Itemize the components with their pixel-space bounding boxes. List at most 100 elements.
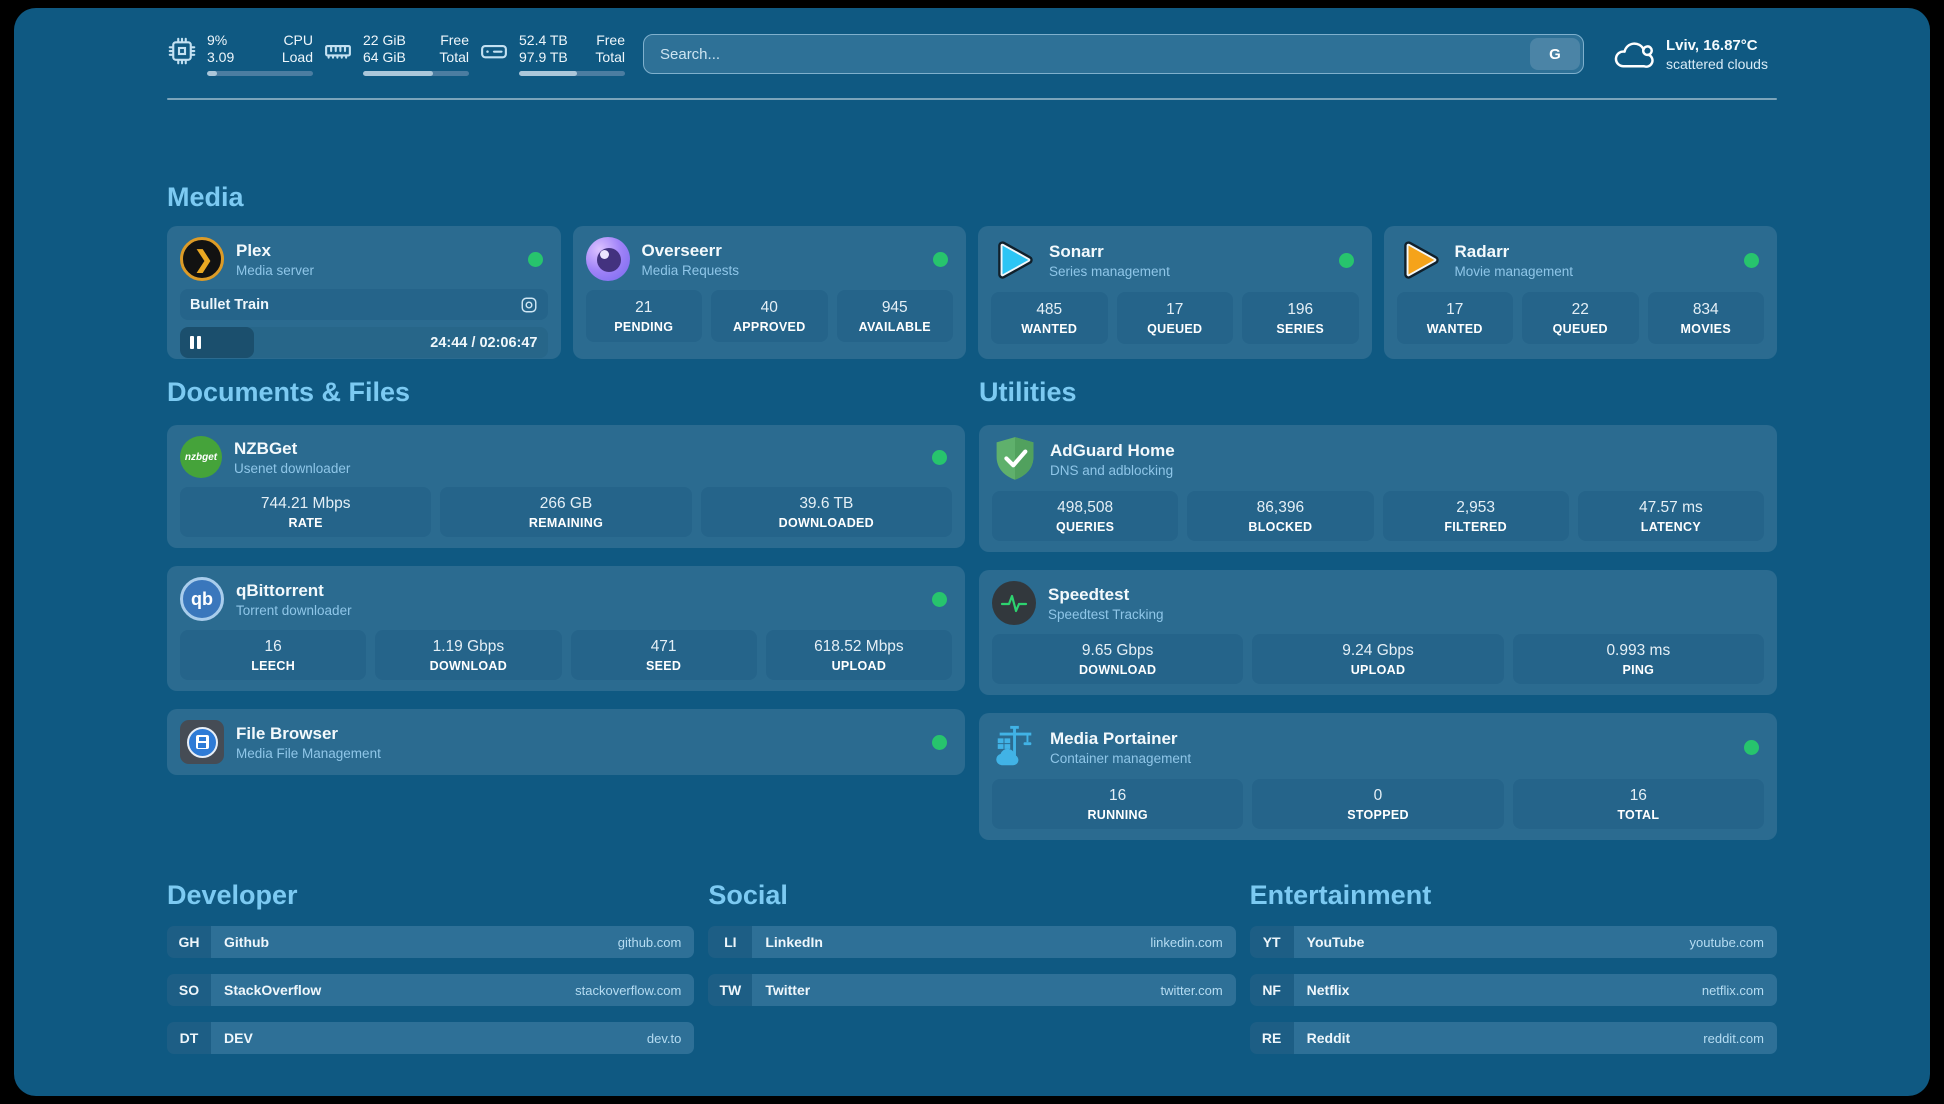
now-playing-title: Bullet Train bbox=[190, 297, 269, 313]
adguard-card[interactable]: AdGuard Home DNS and adblocking 498,508 … bbox=[979, 425, 1777, 552]
link-abbr: LI bbox=[708, 926, 752, 958]
stat-series: 196 SERIES bbox=[1242, 292, 1359, 344]
stat-approved: 40 APPROVED bbox=[711, 290, 828, 342]
stat-rate: 744.21 Mbps RATE bbox=[180, 487, 431, 537]
memory-total-label: Total bbox=[439, 49, 469, 66]
search-provider-button[interactable]: G bbox=[1530, 38, 1580, 70]
stat-filtered: 2,953 FILTERED bbox=[1383, 491, 1569, 541]
cpu-usage-value: 9% bbox=[207, 32, 234, 49]
status-dot bbox=[932, 450, 947, 465]
app-description: DNS and adblocking bbox=[1050, 463, 1175, 478]
session-capture-icon[interactable] bbox=[520, 296, 538, 314]
disk-progress-bar bbox=[519, 71, 625, 76]
bookmark-group-entertainment: Entertainment YT YouTube youtube.com NF … bbox=[1250, 880, 1777, 1054]
filebrowser-card[interactable]: File Browser Media File Management bbox=[167, 709, 965, 775]
portainer-card[interactable]: Media Portainer Container management 16 … bbox=[979, 713, 1777, 840]
system-stats: 9% 3.09 CPU Load bbox=[167, 32, 625, 76]
app-name: AdGuard Home bbox=[1050, 441, 1175, 461]
adguard-icon bbox=[992, 436, 1038, 482]
link-linkedin[interactable]: LI LinkedIn linkedin.com bbox=[708, 926, 1235, 958]
app-description: Media File Management bbox=[236, 746, 381, 761]
stat-stopped: 0 STOPPED bbox=[1252, 779, 1503, 829]
link-netflix[interactable]: NF Netflix netflix.com bbox=[1250, 974, 1777, 1006]
link-github[interactable]: GH Github github.com bbox=[167, 926, 694, 958]
app-name: qBittorrent bbox=[236, 581, 352, 601]
sonarr-card[interactable]: Sonarr Series management 485 WANTED 17 Q… bbox=[978, 226, 1372, 359]
speedtest-icon bbox=[992, 581, 1036, 625]
radarr-card[interactable]: Radarr Movie management 17 WANTED 22 QUE… bbox=[1384, 226, 1778, 359]
link-youtube[interactable]: YT YouTube youtube.com bbox=[1250, 926, 1777, 958]
stat-queued: 17 QUEUED bbox=[1117, 292, 1234, 344]
memory-free-value: 22 GiB bbox=[363, 32, 406, 49]
stat-remaining: 266 GB REMAINING bbox=[440, 487, 691, 537]
stat-latency: 47.57 ms LATENCY bbox=[1578, 491, 1764, 541]
speedtest-card[interactable]: Speedtest Speedtest Tracking 9.65 Gbps D… bbox=[979, 570, 1777, 695]
stat-queued: 22 QUEUED bbox=[1522, 292, 1639, 344]
section-title-documents: Documents & Files bbox=[167, 377, 965, 407]
stat-blocked: 86,396 BLOCKED bbox=[1187, 491, 1373, 541]
pause-icon[interactable] bbox=[190, 336, 201, 349]
status-dot bbox=[528, 252, 543, 267]
media-card-grid: ❯ Plex Media server Bullet Train bbox=[167, 226, 1777, 359]
link-stackoverflow[interactable]: SO StackOverflow stackoverflow.com bbox=[167, 974, 694, 1006]
link-abbr: TW bbox=[708, 974, 752, 1006]
status-dot bbox=[932, 592, 947, 607]
overseerr-card[interactable]: Overseerr Media Requests 21 PENDING 40 A… bbox=[573, 226, 967, 359]
radarr-icon bbox=[1397, 237, 1443, 283]
playback-time: 24:44 / 02:06:47 bbox=[430, 335, 537, 351]
app-description: Media Requests bbox=[642, 263, 740, 278]
link-reddit[interactable]: RE Reddit reddit.com bbox=[1250, 1022, 1777, 1054]
nzbget-card[interactable]: nzbget NZBGet Usenet downloader 744.21 M… bbox=[167, 425, 965, 548]
app-name: NZBGet bbox=[234, 439, 350, 459]
cpu-icon bbox=[167, 36, 197, 66]
app-description: Speedtest Tracking bbox=[1048, 607, 1164, 622]
app-description: Series management bbox=[1049, 264, 1170, 279]
stat-queries: 498,508 QUERIES bbox=[992, 491, 1178, 541]
link-abbr: YT bbox=[1250, 926, 1294, 958]
app-name: File Browser bbox=[236, 724, 381, 744]
app-description: Movie management bbox=[1455, 264, 1574, 279]
cpu-load-label: Load bbox=[282, 49, 313, 66]
link-dev[interactable]: DT DEV dev.to bbox=[167, 1022, 694, 1054]
link-abbr: GH bbox=[167, 926, 211, 958]
link-abbr: SO bbox=[167, 974, 211, 1006]
weather-widget[interactable]: Lviv, 16.87°C scattered clouds bbox=[1612, 36, 1777, 73]
stat-available: 945 AVAILABLE bbox=[837, 290, 954, 342]
stat-running: 16 RUNNING bbox=[992, 779, 1243, 829]
stat-leech: 16 LEECH bbox=[180, 630, 366, 680]
section-title-developer: Developer bbox=[167, 880, 694, 910]
section-title-entertainment: Entertainment bbox=[1250, 880, 1777, 910]
app-name: Plex bbox=[236, 241, 314, 261]
link-twitter[interactable]: TW Twitter twitter.com bbox=[708, 974, 1235, 1006]
playback-progress-bar[interactable]: 24:44 / 02:06:47 bbox=[180, 327, 548, 358]
memory-total-value: 64 GiB bbox=[363, 49, 406, 66]
link-abbr: DT bbox=[167, 1022, 211, 1054]
plex-icon: ❯ bbox=[180, 237, 224, 281]
app-description: Media server bbox=[236, 263, 314, 278]
search-bar[interactable]: G bbox=[643, 34, 1584, 74]
stat-ping: 0.993 ms PING bbox=[1513, 634, 1764, 684]
memory-free-label: Free bbox=[439, 32, 469, 49]
cloud-icon bbox=[1612, 37, 1654, 71]
app-description: Container management bbox=[1050, 751, 1191, 766]
dashboard-page: 9% 3.09 CPU Load bbox=[14, 8, 1930, 1096]
stat-movies: 834 MOVIES bbox=[1648, 292, 1765, 344]
plex-card[interactable]: ❯ Plex Media server Bullet Train bbox=[167, 226, 561, 359]
status-dot bbox=[1339, 253, 1354, 268]
ram-icon bbox=[323, 36, 353, 66]
stat-total: 16 TOTAL bbox=[1513, 779, 1764, 829]
link-abbr: NF bbox=[1250, 974, 1294, 1006]
memory-stat-widget: 22 GiB 64 GiB Free Total bbox=[323, 32, 469, 76]
disk-icon bbox=[479, 36, 509, 66]
qbittorrent-card[interactable]: qb qBittorrent Torrent downloader 16 LEE… bbox=[167, 566, 965, 691]
stat-seed: 471 SEED bbox=[571, 630, 757, 680]
header-divider bbox=[167, 98, 1777, 100]
section-title-media: Media bbox=[167, 182, 1777, 212]
section-title-utilities: Utilities bbox=[979, 377, 1777, 407]
memory-progress-bar bbox=[363, 71, 469, 76]
app-description: Usenet downloader bbox=[234, 461, 350, 476]
documents-column: Documents & Files nzbget NZBGet Usenet d… bbox=[167, 377, 965, 840]
app-name: Sonarr bbox=[1049, 242, 1170, 262]
search-input[interactable] bbox=[643, 34, 1584, 74]
stat-downloaded: 39.6 TB DOWNLOADED bbox=[701, 487, 952, 537]
